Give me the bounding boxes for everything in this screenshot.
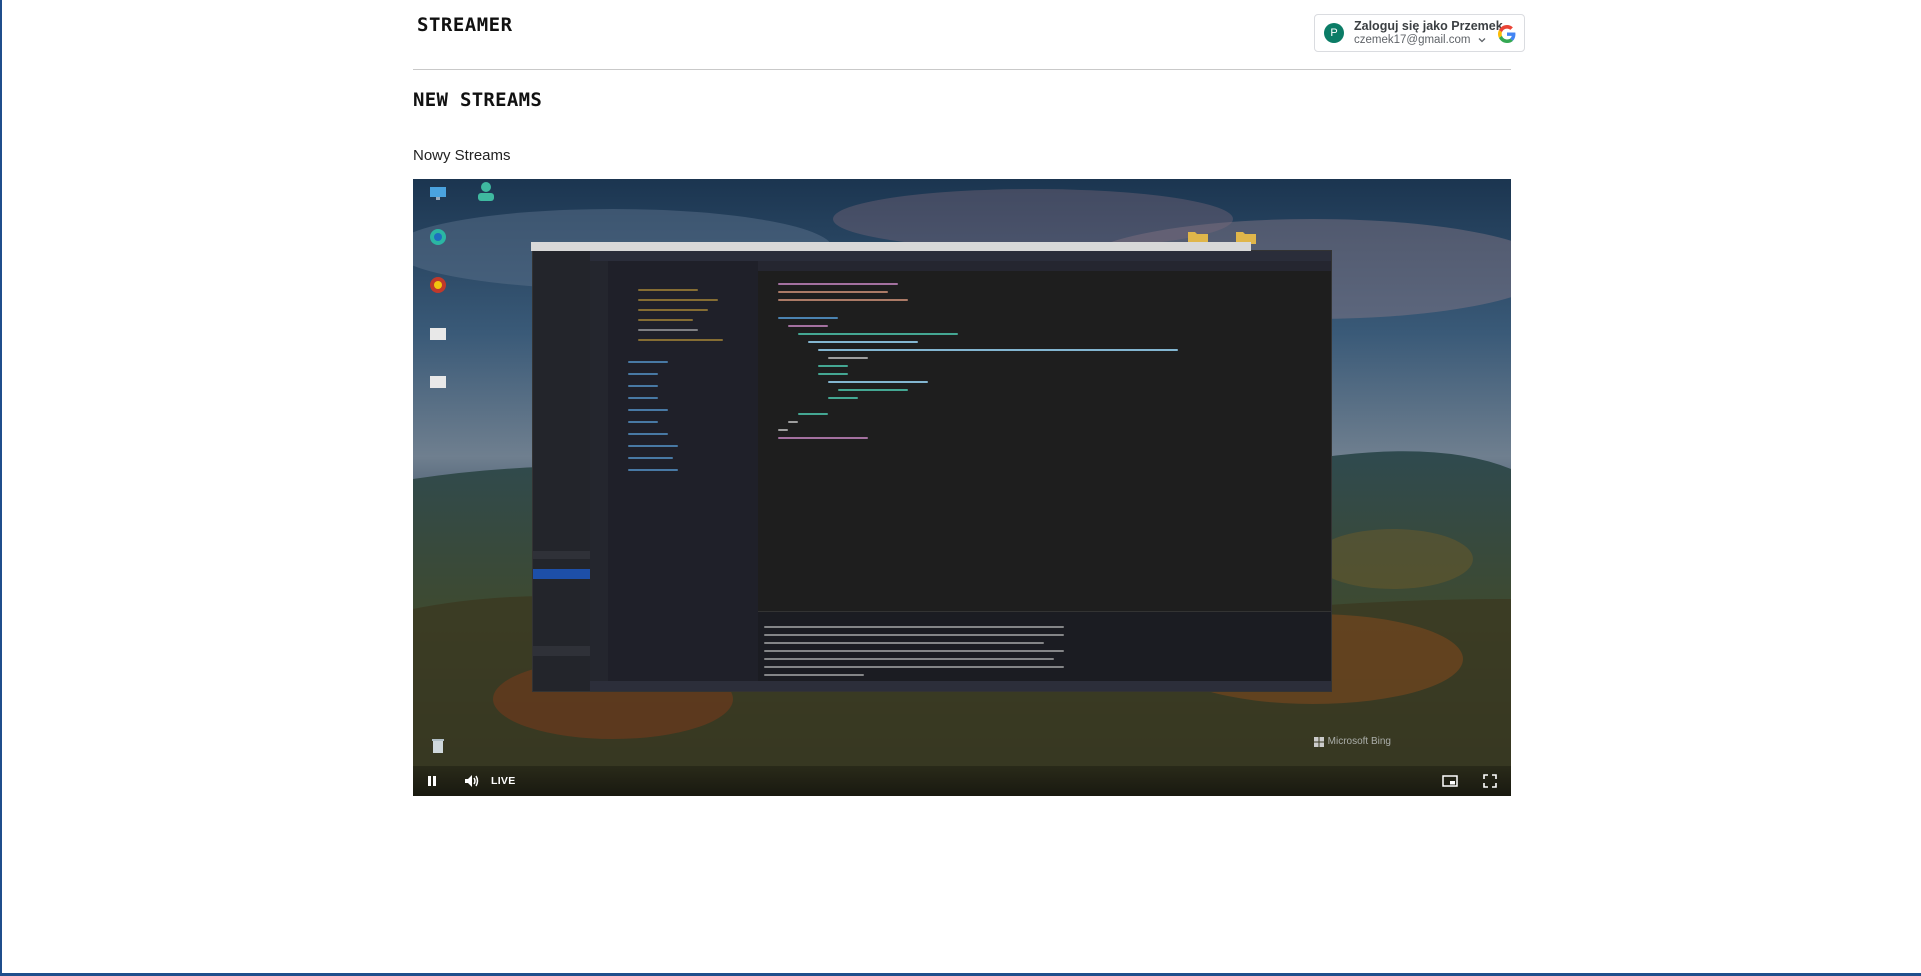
desktop-icon-file-1: [423, 327, 453, 346]
fullscreen-button[interactable]: [1477, 768, 1503, 794]
page-title: NEW STREAMS: [413, 89, 543, 111]
brand-logo[interactable]: STREAMER: [417, 14, 513, 36]
picture-in-picture-button[interactable]: [1437, 768, 1463, 794]
account-info: Zaloguj się jako Przemek czemek17@gmail.…: [1354, 19, 1503, 47]
google-signin-button[interactable]: P Zaloguj się jako Przemek czemek17@gmai…: [1314, 14, 1525, 52]
desktop-icon-recycle-bin: [423, 737, 453, 760]
desktop-icon-user: [471, 181, 501, 208]
account-email: czemek17@gmail.com: [1354, 34, 1471, 46]
live-indicator: LIVE: [491, 775, 516, 787]
signin-label: Zaloguj się jako Przemek: [1354, 19, 1503, 33]
desktop-icon-app: [423, 275, 453, 300]
desktop-icon-file-2: [423, 375, 453, 394]
volume-icon: [465, 775, 479, 787]
obs-panel: [533, 251, 590, 691]
chevron-down-icon[interactable]: [1477, 35, 1487, 45]
obs-titlebar: [531, 242, 1251, 251]
watermark-text: Microsoft Bing: [1327, 736, 1391, 747]
vscode-editor: [758, 271, 1331, 611]
desktop-icon-edge: [423, 227, 453, 252]
avatar: P: [1324, 23, 1344, 43]
vscode-tabs: [758, 261, 1331, 271]
account-email-row: czemek17@gmail.com: [1354, 33, 1503, 47]
google-logo-icon: [1498, 25, 1516, 43]
pause-icon: [428, 776, 436, 786]
picture-in-picture-icon: [1442, 775, 1458, 787]
vscode-terminal: [758, 611, 1331, 682]
fullscreen-icon: [1483, 774, 1497, 788]
player-controls: LIVE: [413, 766, 1511, 796]
vscode-titlebar: [590, 251, 1331, 261]
vscode-statusbar: [590, 681, 1331, 691]
vscode-explorer: [608, 261, 758, 691]
desktop-icon-computer: [423, 185, 453, 206]
microsoft-logo-icon: [1313, 736, 1324, 747]
volume-button[interactable]: [459, 768, 485, 794]
captured-desktop-window: [531, 242, 1331, 691]
pause-button[interactable]: [419, 768, 445, 794]
video-player[interactable]: Microsoft Bing LIVE: [413, 179, 1511, 796]
bing-watermark: Microsoft Bing: [1313, 736, 1391, 747]
stream-title: Nowy Streams: [413, 147, 511, 164]
vscode-activity-bar: [590, 261, 608, 691]
window-frame-left: [0, 0, 2, 976]
header-divider: [413, 69, 1511, 70]
